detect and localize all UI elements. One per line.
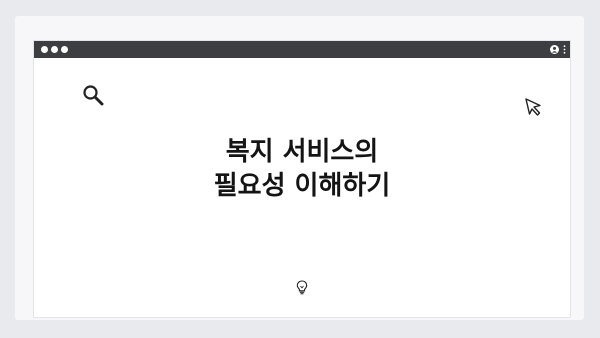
window-control-dot[interactable]: [41, 46, 48, 53]
window-controls-dots[interactable]: [41, 46, 71, 53]
page-heading: 복지 서비스의 필요성 이해하기: [34, 135, 570, 203]
cursor-icon: [524, 97, 544, 121]
window-control-dot[interactable]: [61, 46, 68, 53]
search-icon[interactable]: [82, 84, 104, 110]
lightbulb-icon: [296, 280, 308, 299]
heading-line-2: 필요성 이해하기: [213, 171, 391, 201]
heading-line-1: 복지 서비스의: [225, 137, 379, 167]
kebab-menu-icon[interactable]: [563, 45, 566, 54]
window-titlebar: [34, 41, 570, 58]
browser-window: 복지 서비스의 필요성 이해하기: [34, 41, 570, 317]
window-control-dot[interactable]: [51, 46, 58, 53]
user-icon[interactable]: [550, 45, 559, 54]
